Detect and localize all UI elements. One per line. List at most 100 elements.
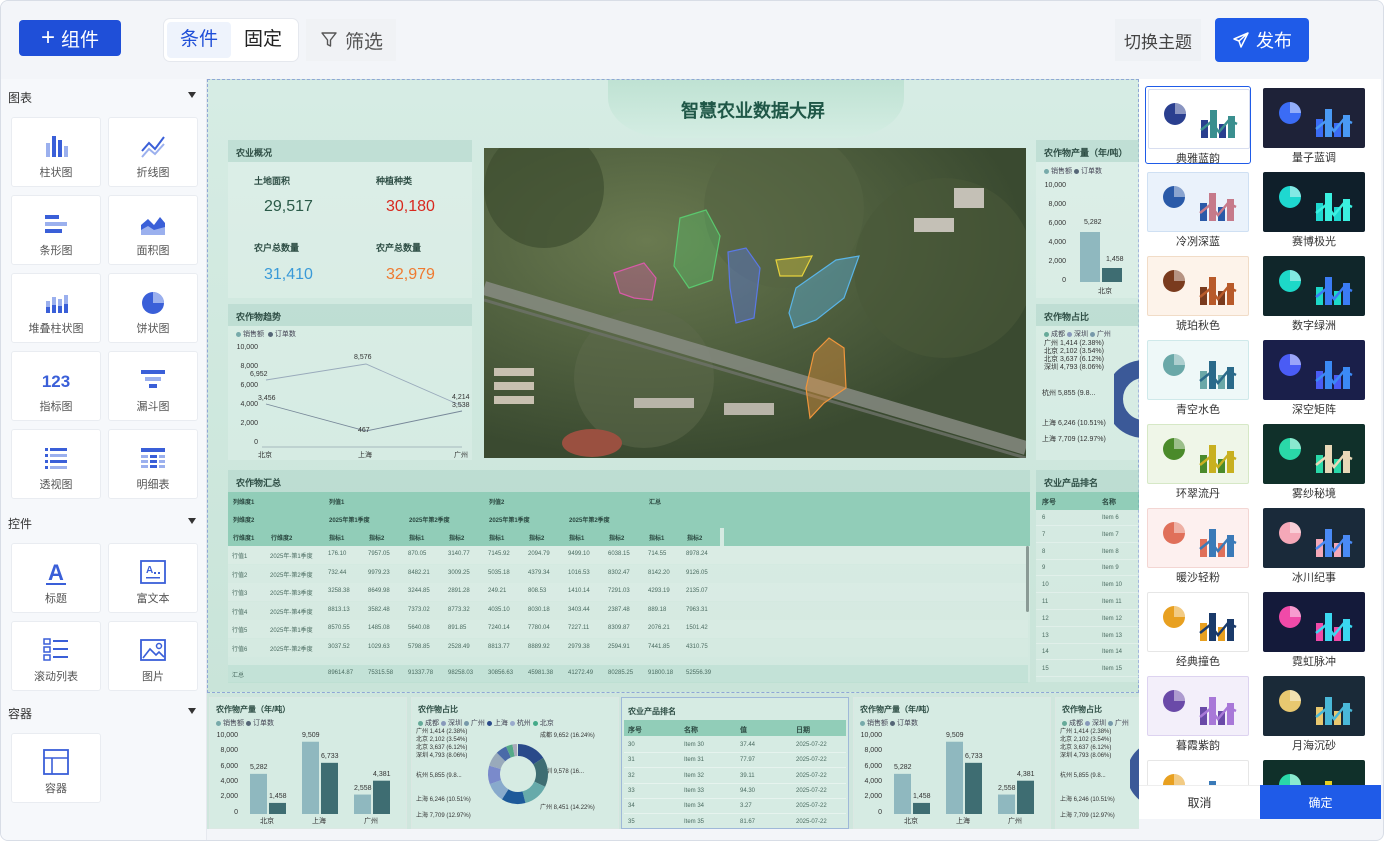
table-cell: Item 30	[684, 742, 705, 748]
table-cell: 2025-07-22	[796, 757, 827, 764]
component-stacked-bar[interactable]: 堆叠柱状图	[11, 273, 101, 343]
charts-section-header[interactable]: 图表	[8, 89, 198, 106]
table-cell: Item 6	[1102, 515, 1119, 521]
y-tick: 2,000	[1048, 258, 1066, 265]
x-tick: 广州	[1008, 818, 1022, 825]
table-cell: Item 15	[1102, 666, 1123, 673]
table-scrollbar[interactable]	[1026, 546, 1029, 612]
table-cell: 2025年-第4季度	[270, 609, 313, 616]
table-row[interactable]: 34 Item 34 3.27 2025-07-22	[624, 799, 846, 815]
table-row[interactable]: 33 Item 33 94.30 2025-07-22	[624, 784, 846, 799]
theme-option[interactable]: 经典撞色	[1145, 590, 1251, 668]
table-row[interactable]: 30 Item 30 37.44 2025-07-22	[624, 738, 846, 753]
table-row[interactable]: 8 Item 8	[1036, 544, 1139, 560]
theme-option[interactable]: 数字绿洲	[1261, 254, 1367, 332]
table-row[interactable]: 行值3 2025年-第3季度 3258.38 8649.98 3244.85 2891.2…	[228, 583, 1028, 601]
bar	[269, 802, 286, 814]
table-row[interactable]: 7 Item 7	[1036, 527, 1139, 543]
x-tick: 北京	[258, 452, 272, 459]
component-rich-text[interactable]: A 富文本	[108, 543, 198, 613]
ranking-widget[interactable]: 农业产品排名 序号 名称 值 日期 30 Item 30 37.44 2025-07-22 31 I…	[621, 697, 849, 829]
cancel-button[interactable]: 取消	[1139, 785, 1260, 819]
publish-button[interactable]: 发布	[1215, 18, 1309, 62]
satellite-map[interactable]	[484, 148, 1026, 458]
table-row[interactable]: 9 Item 9	[1036, 560, 1139, 577]
component-area-chart[interactable]: 面积图	[108, 195, 198, 265]
table-row[interactable]: 6 Item 6	[1036, 510, 1139, 526]
table-header-cell: 列值1	[324, 492, 484, 510]
table-row[interactable]: 12 Item 12	[1036, 611, 1139, 627]
table-row[interactable]: 32 Item 32 39.11 2025-07-22	[624, 769, 846, 784]
design-canvas[interactable]: 智慧农业数据大屏 农业概况 土地面积 29,517 种植种类 30,180 农户…	[207, 79, 1139, 829]
yield-panel[interactable]: 农作物产量（年/吨） 销售额 订单数 5,282 1,458 北京 10,000…	[1036, 140, 1139, 298]
y-tick: 10,000	[860, 732, 882, 739]
theme-preview-icon	[1279, 102, 1353, 137]
table-row[interactable]: 行值5 2025年-第1季度 8570.55 1485.08 5640.08 891.85…	[228, 620, 1028, 638]
theme-option[interactable]: 青空水色	[1145, 338, 1251, 416]
data-label: 4,381	[373, 770, 391, 778]
theme-option[interactable]: 典雅蓝韵	[1145, 86, 1251, 165]
component-image[interactable]: 图片	[108, 621, 198, 691]
component-detail-table[interactable]: 明细表	[108, 429, 198, 499]
table-row[interactable]: 31 Item 31 77.97 2025-07-22	[624, 753, 846, 769]
theme-option[interactable]: 月海沉砂	[1261, 674, 1367, 752]
yield-widget[interactable]: 农作物产量（年/吨） 销售额 订单数 10,000 8,000 6,000 4,000 2,…	[209, 697, 407, 829]
component-container[interactable]: 容器	[11, 733, 101, 803]
table-row[interactable]: 35 Item 35 81.67 2025-07-22	[624, 815, 846, 829]
table-row[interactable]: 行值6 2025年-第2季度 3037.52 1029.63 5798.85 2528.4…	[228, 638, 1028, 657]
theme-option[interactable]: 量子蓝调	[1261, 86, 1367, 164]
component-funnel[interactable]: 漏斗图	[108, 351, 198, 421]
theme-option[interactable]: 赛博极光	[1261, 170, 1367, 248]
overview-panel[interactable]: 农业概况 土地面积 29,517 种植种类 30,180 农户总数量 31,41…	[228, 140, 472, 298]
theme-swatch	[1147, 172, 1249, 232]
controls-section-header[interactable]: 控件	[8, 515, 198, 532]
svg-text:A: A	[146, 565, 153, 576]
trend-panel[interactable]: 农作物趋势 销售额 订单数 6,952 8,576 3,456 467 4,21…	[228, 304, 472, 460]
share-panel[interactable]: 农作物占比 成都 深圳 广州 广州 1,414 (2.38%) 北京 2,102 …	[1036, 304, 1139, 460]
seg-condition[interactable]: 条件	[167, 22, 231, 58]
share-widget[interactable]: 农作物占比 成都 深圳 广州 上海 杭州 北京 广州 1,414 (2.38%) 北…	[411, 697, 619, 829]
theme-option[interactable]: 深空矩阵	[1261, 338, 1367, 416]
data-label: 6,733	[321, 752, 339, 760]
switch-theme-button[interactable]: 切换主题	[1115, 19, 1201, 61]
component-line-chart[interactable]: 折线图	[108, 117, 198, 187]
component-hbar-chart[interactable]: 条形图	[11, 195, 101, 265]
filter-button[interactable]: 筛选	[306, 19, 396, 61]
theme-option[interactable]: 霓虹脉冲	[1261, 590, 1367, 668]
table-row[interactable]: 行值2 2025年-第2季度 732.44 9979.23 8482.21 3009.25…	[228, 564, 1028, 583]
table-row[interactable]: 15 Item 15	[1036, 661, 1139, 678]
bar	[998, 794, 1015, 814]
component-title[interactable]: A 标题	[11, 543, 101, 613]
theme-option[interactable]: 琥珀秋色	[1145, 254, 1251, 332]
theme-option[interactable]: 冷冽深蓝	[1145, 170, 1251, 248]
component-pie-chart[interactable]: 饼状图	[108, 273, 198, 343]
theme-option[interactable]: 环翠流丹	[1145, 422, 1251, 500]
bar	[965, 762, 982, 814]
table-row[interactable]: 行值4 2025年-第4季度 8813.13 3582.48 7373.02 8773.3…	[228, 601, 1028, 620]
component-bar-chart[interactable]: 柱状图	[11, 117, 101, 187]
seg-fixed[interactable]: 固定	[231, 22, 295, 58]
add-component-button[interactable]: + 组件	[19, 20, 121, 56]
yield-widget[interactable]: 农作物产量（年/吨） 销售额 订单数 10,000 8,000 6,000 4,000 2,…	[853, 697, 1051, 829]
theme-option[interactable]: 雾纱秘境	[1261, 422, 1367, 500]
table-cell: 4310.75	[686, 643, 708, 650]
confirm-button[interactable]: 确定	[1260, 785, 1381, 819]
table-row[interactable]: 行值1 2025年-第1季度 176.10 7957.05 870.05 3140.77 7…	[228, 546, 1028, 564]
table-row[interactable]: 13 Item 13	[1036, 628, 1139, 644]
component-scroll-list[interactable]: 滚动列表	[11, 621, 101, 691]
table-row[interactable]: 10 Item 10	[1036, 577, 1139, 594]
share-widget[interactable]: 农作物占比 成都 深圳 广州 广州 1,414 (2.38%) 北京 2,102 (…	[1055, 697, 1139, 829]
theme-preview-icon	[1164, 103, 1238, 138]
table-row[interactable]: 11 Item 11	[1036, 594, 1139, 610]
table-header-cell: 列值2	[484, 492, 644, 510]
theme-preview-icon	[1279, 186, 1353, 221]
bar	[250, 773, 267, 814]
theme-option[interactable]: 冰川纪事	[1261, 506, 1367, 584]
theme-option[interactable]: 暖沙轻粉	[1145, 506, 1251, 584]
theme-option[interactable]: 暮霞紫韵	[1145, 674, 1251, 752]
component-kpi[interactable]: 123 指标图	[11, 351, 101, 421]
container-section-header[interactable]: 容器	[8, 705, 198, 722]
table-row[interactable]: 14 Item 14	[1036, 644, 1139, 661]
dashboard-frame[interactable]: 智慧农业数据大屏 农业概况 土地面积 29,517 种植种类 30,180 农户…	[207, 79, 1139, 693]
component-pivot[interactable]: 透视图	[11, 429, 101, 499]
